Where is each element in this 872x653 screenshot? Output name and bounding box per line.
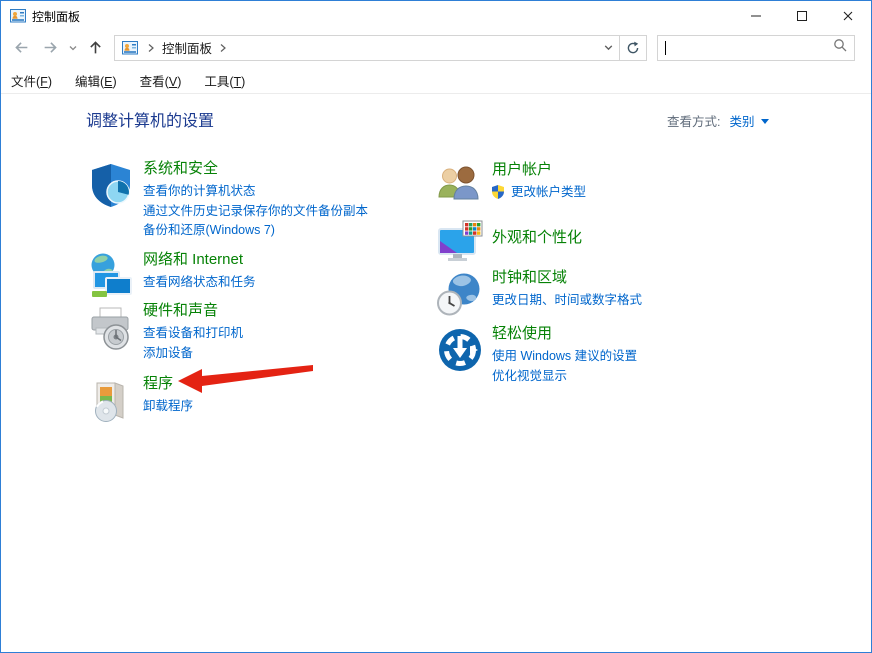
programs-icon [87, 376, 135, 424]
category-title-link[interactable]: 轻松使用 [492, 323, 552, 344]
address-dropdown-button[interactable] [597, 36, 619, 60]
close-icon [840, 8, 856, 24]
forward-arrow-icon [42, 39, 59, 56]
titlebar: 控制面板 [1, 1, 871, 31]
view-by-dropdown[interactable]: 类别 [729, 111, 768, 130]
category-title-link[interactable]: 用户帐户 [492, 159, 552, 180]
forward-button[interactable] [36, 35, 65, 61]
menu-bar: 文件(F) 编辑(E) 查看(V) 工具(T) [1, 68, 871, 94]
menu-file[interactable]: 文件(F) [11, 71, 52, 90]
category-title-link[interactable]: 时钟和区域 [492, 267, 567, 288]
navigation-bar: 控制面板 [1, 31, 871, 68]
network-internet-icon [87, 252, 135, 300]
menu-tools[interactable]: 工具(T) [204, 71, 245, 90]
search-box[interactable] [657, 35, 855, 61]
hardware-sound-icon [87, 303, 135, 351]
category-ease-of-access: 轻松使用 使用 Windows 建议的设置 优化视觉显示 [436, 323, 637, 386]
breadcrumb-chevron-icon[interactable] [212, 43, 234, 53]
category-title-link[interactable]: 外观和个性化 [492, 227, 582, 248]
refresh-button[interactable] [619, 36, 646, 60]
category-sub-link[interactable]: 使用 Windows 建议的设置 [492, 347, 637, 367]
category-user-accounts: 用户帐户 更改帐户类型 [436, 159, 586, 210]
view-by-label: 查看方式: [667, 111, 720, 130]
control-panel-window: 控制面板 [0, 0, 872, 653]
search-input[interactable] [666, 40, 833, 56]
chevron-down-icon [68, 43, 78, 53]
category-network-internet: 网络和 Internet 查看网络状态和任务 [87, 249, 256, 300]
category-sub-link[interactable]: 优化视觉显示 [492, 367, 567, 387]
category-title-link[interactable]: 程序 [143, 373, 173, 394]
category-title-link[interactable]: 系统和安全 [143, 158, 218, 179]
caption-buttons [733, 1, 871, 31]
system-security-icon [87, 161, 135, 209]
category-sub-link[interactable]: 查看网络状态和任务 [143, 273, 256, 293]
chevron-down-icon [761, 119, 769, 124]
menu-edit[interactable]: 编辑(E) [75, 71, 117, 90]
category-sub-link[interactable]: 查看你的计算机状态 [143, 182, 256, 202]
back-button[interactable] [7, 35, 36, 61]
category-sub-link[interactable]: 更改帐户类型 [492, 183, 586, 203]
search-icon [833, 38, 847, 57]
minimize-button[interactable] [733, 1, 779, 31]
menu-view[interactable]: 查看(V) [140, 71, 182, 90]
category-sub-link[interactable]: 添加设备 [143, 344, 193, 364]
category-title-link[interactable]: 网络和 Internet [143, 249, 243, 270]
category-sub-link[interactable]: 卸载程序 [143, 397, 193, 417]
category-system-security: 系统和安全 查看你的计算机状态 通过文件历史记录保存你的文件备份副本 备份和还原… [87, 158, 368, 241]
control-panel-icon [10, 8, 26, 24]
red-arrow-annotation [177, 362, 315, 396]
category-hardware-sound: 硬件和声音 查看设备和打印机 添加设备 [87, 300, 243, 363]
category-title-link[interactable]: 硬件和声音 [143, 300, 218, 321]
address-bar[interactable]: 控制面板 [114, 35, 647, 61]
category-sub-link[interactable]: 通过文件历史记录保存你的文件备份副本 [143, 202, 368, 222]
control-panel-icon [122, 40, 138, 56]
breadcrumb[interactable]: 控制面板 [162, 38, 212, 57]
refresh-icon [626, 41, 640, 55]
uac-shield-icon [492, 185, 506, 201]
category-sub-link[interactable]: 备份和还原(Windows 7) [143, 221, 275, 241]
page-title: 调整计算机的设置 [86, 107, 214, 131]
chevron-down-icon [603, 42, 614, 53]
back-arrow-icon [13, 39, 30, 56]
window-title: 控制面板 [32, 8, 80, 25]
user-accounts-icon [436, 162, 484, 210]
recent-locations-button[interactable] [65, 35, 81, 61]
category-sub-link[interactable]: 更改日期、时间或数字格式 [492, 291, 642, 311]
maximize-icon [794, 8, 810, 24]
maximize-button[interactable] [779, 1, 825, 31]
clock-region-icon [436, 270, 484, 318]
breadcrumb-chevron-icon[interactable] [140, 43, 162, 53]
minimize-icon [748, 8, 764, 24]
close-button[interactable] [825, 1, 871, 31]
ease-of-access-icon [436, 326, 484, 374]
up-arrow-icon [87, 39, 104, 56]
category-sub-link[interactable]: 查看设备和打印机 [143, 324, 243, 344]
category-appearance-personalization: 外观和个性化 [436, 213, 582, 264]
category-clock-region: 时钟和区域 更改日期、时间或数字格式 [436, 267, 642, 318]
appearance-personalization-icon [436, 216, 484, 264]
view-by-control: 查看方式: 类别 [667, 111, 769, 130]
up-button[interactable] [81, 35, 110, 61]
